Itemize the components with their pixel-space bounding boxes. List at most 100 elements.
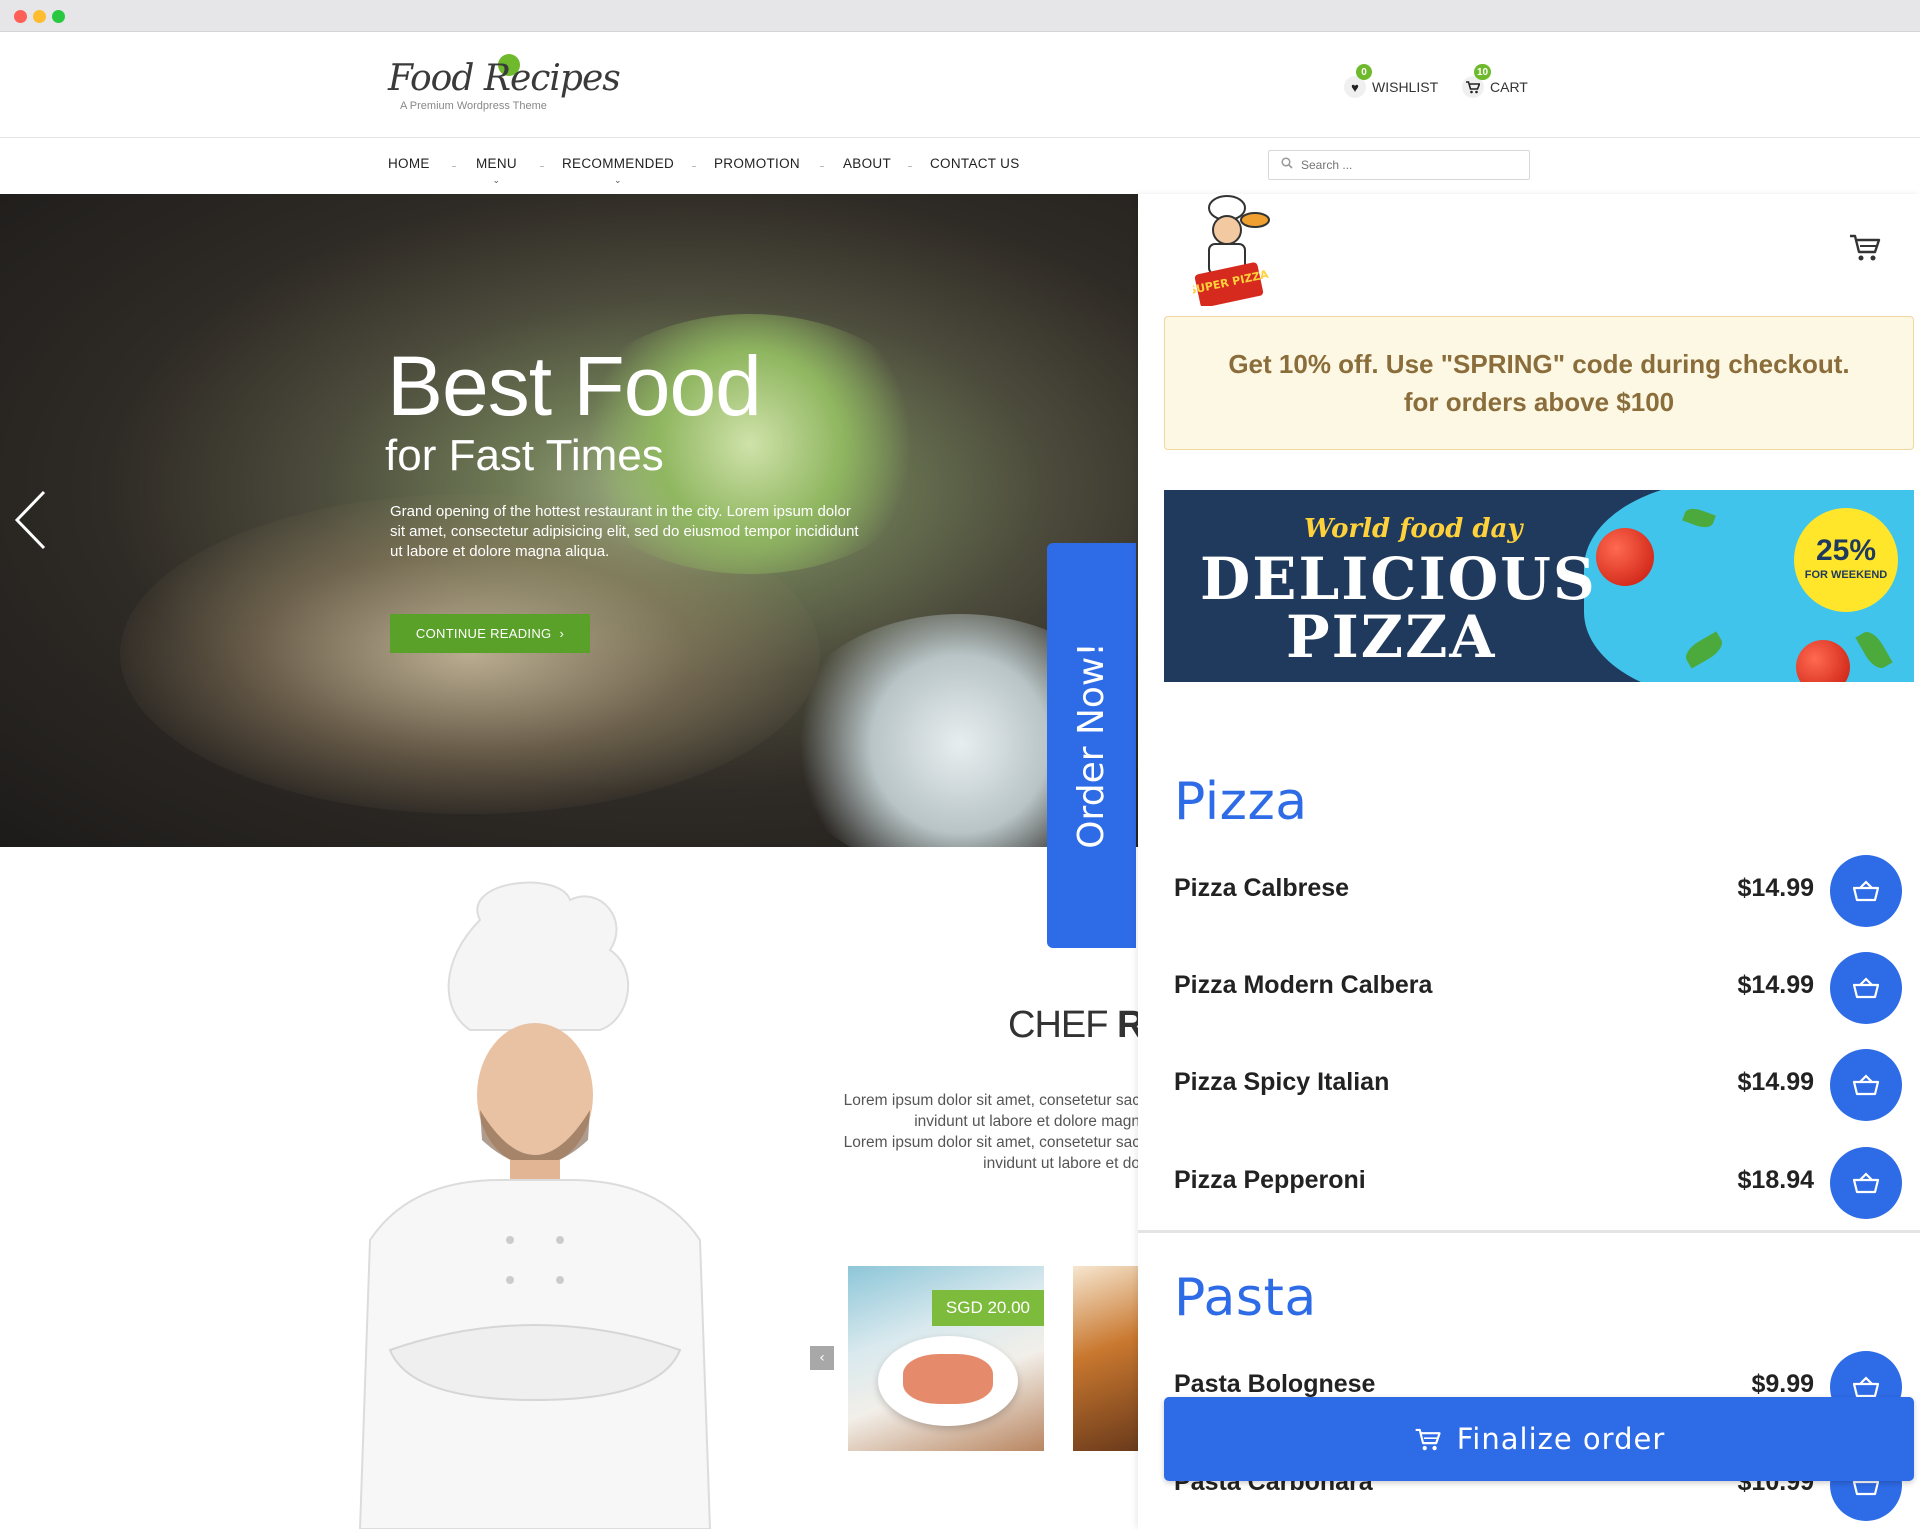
chef-section-text: Lorem ipsum dolor sit amet, consetetur s… <box>760 1090 1140 1174</box>
banner-headline-1: DELICIOUS <box>1200 545 1597 613</box>
menu-item: Pizza Pepperoni $18.94 <box>1174 1144 1916 1220</box>
order-panel: SUPER PIZZA Get 10% off. Use "SPRING" co… <box>1138 194 1920 1529</box>
menu-item-name: Pizza Spicy Italian <box>1174 1068 1390 1096</box>
product-price-badge: SGD 20.00 <box>931 1290 1044 1326</box>
wishlist-count-badge: 0 <box>1356 64 1372 80</box>
window-maximize-button[interactable] <box>52 10 65 23</box>
site-logo[interactable]: Food Recipes <box>388 58 621 99</box>
finalize-label: Finalize order <box>1456 1422 1666 1456</box>
discount-percent: 25% <box>1815 534 1877 567</box>
menu-item: Pizza Calbrese $14.99 <box>1174 852 1916 928</box>
text-line: invidunt ut labore et do <box>983 1155 1140 1172</box>
menu-item: Pizza Spicy Italian $14.99 <box>1174 1046 1916 1122</box>
nav-label: RECOMMENDED <box>562 156 675 171</box>
text-line: Lorem ipsum dolor sit amet, consetetur s… <box>843 1134 1140 1151</box>
nav-separator <box>820 166 824 167</box>
banner-kicker: World food day <box>1304 514 1523 544</box>
menu-item-name: Pizza Pepperoni <box>1174 1166 1366 1194</box>
browser-titlebar <box>0 0 1920 32</box>
nav-label: ABOUT <box>843 156 892 171</box>
wishlist-label: WISHLIST <box>1372 79 1439 95</box>
menu-item-name: Pizza Modern Calbera <box>1174 971 1433 999</box>
cart-count-badge: 10 <box>1474 64 1492 80</box>
button-label: CONTINUE READING <box>415 626 552 641</box>
hero-title: Best Food <box>387 339 762 433</box>
order-now-tab[interactable]: Order Now! <box>1047 543 1136 948</box>
product-card[interactable]: SGD 20.00 <box>848 1266 1044 1451</box>
nav-separator <box>692 166 696 167</box>
slider-prev-arrow[interactable] <box>14 490 48 550</box>
tomato-decoration <box>1596 528 1654 586</box>
super-pizza-logo: SUPER PIZZA <box>1193 195 1270 306</box>
nav-label: PROMOTION <box>714 156 800 171</box>
continue-reading-button[interactable]: CONTINUE READING › <box>390 614 590 653</box>
hero-subtitle: for Fast Times <box>385 431 664 480</box>
text-line: invidunt ut labore et dolore magn <box>914 1113 1140 1130</box>
menu-item-name: Pasta Bolognese <box>1174 1370 1376 1398</box>
chevron-right-icon: › <box>559 626 565 641</box>
window-minimize-button[interactable] <box>33 10 46 23</box>
main-navigation: HOME MENU ⌄ RECOMMENDED ⌄ PROMOTION ABOUT … <box>0 139 1920 194</box>
search-icon <box>1281 157 1293 172</box>
menu-item: Pizza Modern Calbera $14.99 <box>1174 949 1916 1025</box>
menu-item-name: Pizza Calbrese <box>1174 874 1350 902</box>
add-to-basket-button[interactable] <box>1830 1049 1902 1121</box>
menu-item-price: $18.94 <box>1737 1166 1814 1194</box>
product-image <box>903 1354 993 1404</box>
nav-label: CONTACT US <box>930 156 1020 171</box>
finalize-order-button[interactable]: Finalize order <box>1164 1397 1914 1481</box>
promo-banner: Get 10% off. Use "SPRING" code during ch… <box>1164 316 1914 450</box>
chevron-down-icon: ⌄ <box>614 175 622 185</box>
wishlist-link[interactable]: ♥ 0 WISHLIST <box>1344 64 1439 98</box>
cart-icon <box>1415 1428 1441 1451</box>
site-header: Food Recipes A Premium Wordpress Theme ♥… <box>0 32 1920 138</box>
basket-icon <box>1853 977 1879 999</box>
nav-label: MENU <box>476 156 517 171</box>
cart-icon[interactable] <box>1848 230 1882 264</box>
title-light: CHEF <box>1008 1004 1117 1046</box>
basket-icon <box>1853 1376 1879 1398</box>
window-close-button[interactable] <box>14 10 27 23</box>
carousel-prev-button[interactable]: ‹ <box>810 1346 834 1370</box>
text-line: Lorem ipsum dolor sit amet, consetetur s… <box>843 1092 1140 1109</box>
search-box[interactable] <box>1268 150 1530 180</box>
nav-item-home[interactable]: HOME <box>388 156 430 171</box>
nav-item-contact-us[interactable]: CONTACT US <box>930 156 1020 171</box>
basket-icon <box>1853 1172 1879 1194</box>
cart-label: CART <box>1490 79 1528 95</box>
basket-icon <box>1853 880 1879 902</box>
menu-item-price: $14.99 <box>1737 1068 1814 1096</box>
basket-icon <box>1853 1074 1879 1096</box>
add-to-basket-button[interactable] <box>1830 952 1902 1024</box>
promo-line: for orders above $100 <box>1403 387 1675 417</box>
cart-link[interactable]: 10 CART <box>1462 64 1528 98</box>
nav-item-menu[interactable]: MENU ⌄ <box>476 156 517 185</box>
nav-item-about[interactable]: ABOUT <box>843 156 891 171</box>
nav-item-promotion[interactable]: PROMOTION <box>714 156 800 171</box>
add-to-basket-button[interactable] <box>1830 1147 1902 1219</box>
site-tagline: A Premium Wordpress Theme <box>400 100 547 112</box>
banner-headline-2: PIZZA <box>1286 603 1497 671</box>
chef-image <box>358 881 712 1529</box>
order-now-label: Order Now! <box>1071 642 1113 849</box>
category-divider <box>1138 1230 1920 1233</box>
category-title-pasta: Pasta <box>1174 1268 1317 1328</box>
menu-item-price: $9.99 <box>1751 1370 1814 1398</box>
nav-separator <box>540 166 544 167</box>
search-input[interactable] <box>1299 155 1519 175</box>
nav-separator <box>908 166 912 167</box>
menu-item-price: $14.99 <box>1737 874 1814 902</box>
discount-badge: 25% FOR WEEKEND <box>1794 508 1898 612</box>
hero-description: Grand opening of the hottest restaurant … <box>390 503 859 560</box>
nav-label: HOME <box>388 156 430 171</box>
product-card[interactable] <box>1073 1266 1138 1451</box>
add-to-basket-button[interactable] <box>1830 855 1902 927</box>
menu-item-price: $14.99 <box>1737 971 1814 999</box>
discount-text: FOR WEEKEND <box>1804 569 1888 581</box>
promo-line: Get 10% off. Use "SPRING" code during ch… <box>1228 349 1850 379</box>
chevron-left-icon: ‹ <box>819 1350 825 1366</box>
hero-slider: Best Food for Fast Times Grand opening o… <box>0 194 1138 847</box>
nav-separator <box>452 166 456 167</box>
world-food-day-banner[interactable]: World food day DELICIOUS PIZZA 25% FOR W… <box>1164 490 1914 682</box>
nav-item-recommended[interactable]: RECOMMENDED ⌄ <box>562 156 675 185</box>
